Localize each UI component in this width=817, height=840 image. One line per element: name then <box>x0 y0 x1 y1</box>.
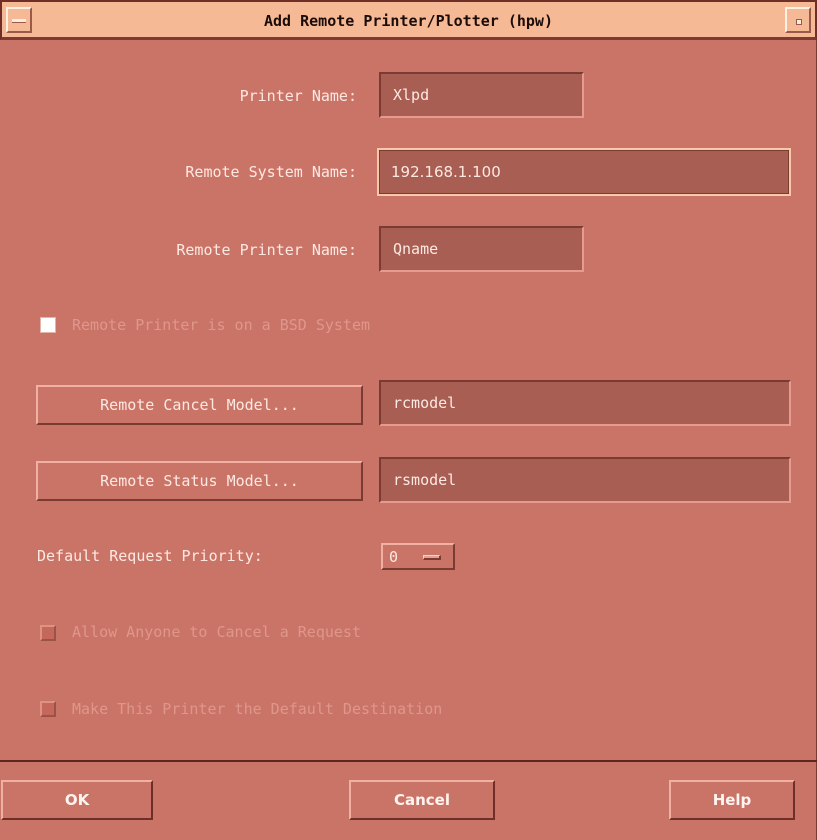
help-button[interactable]: Help <box>669 780 795 820</box>
button-area-separator <box>0 760 817 762</box>
remote-system-name-label: Remote System Name: <box>185 163 357 181</box>
option-menu-indicator-icon <box>423 555 441 560</box>
bsd-system-label: Remote Printer is on a BSD System <box>72 316 371 334</box>
allow-cancel-checkbox[interactable] <box>40 625 56 641</box>
printer-name-label: Printer Name: <box>239 87 357 105</box>
window-menu-icon <box>12 19 26 23</box>
minimize-button[interactable] <box>785 7 811 33</box>
remote-system-name-field[interactable]: 192.168.1.100 <box>377 148 791 196</box>
window-menu-button[interactable] <box>6 7 32 33</box>
remote-status-model-button[interactable]: Remote Status Model... <box>36 461 363 501</box>
bsd-system-checkbox[interactable] <box>40 317 56 333</box>
window-title: Add Remote Printer/Plotter (hpw) <box>264 12 553 30</box>
title-bar[interactable]: Add Remote Printer/Plotter (hpw) <box>0 0 817 40</box>
remote-cancel-model-button[interactable]: Remote Cancel Model... <box>36 385 363 425</box>
remote-printer-name-field[interactable]: Qname <box>379 226 584 272</box>
cancel-button[interactable]: Cancel <box>349 780 495 820</box>
add-remote-printer-dialog: Add Remote Printer/Plotter (hpw) Printer… <box>0 0 817 840</box>
priority-value: 0 <box>389 548 399 566</box>
default-destination-checkbox[interactable] <box>40 701 56 717</box>
default-destination-label: Make This Printer the Default Destinatio… <box>72 700 443 718</box>
remote-status-model-field[interactable]: rsmodel <box>379 457 791 503</box>
allow-cancel-label: Allow Anyone to Cancel a Request <box>72 623 361 641</box>
ok-button[interactable]: OK <box>1 780 153 820</box>
remote-printer-name-label: Remote Printer Name: <box>176 241 357 259</box>
minimize-icon <box>796 19 802 25</box>
priority-option-menu[interactable]: 0 <box>381 543 455 570</box>
printer-name-field[interactable]: Xlpd <box>379 72 584 118</box>
remote-cancel-model-field[interactable]: rcmodel <box>379 380 791 426</box>
priority-label: Default Request Priority: <box>37 547 263 565</box>
